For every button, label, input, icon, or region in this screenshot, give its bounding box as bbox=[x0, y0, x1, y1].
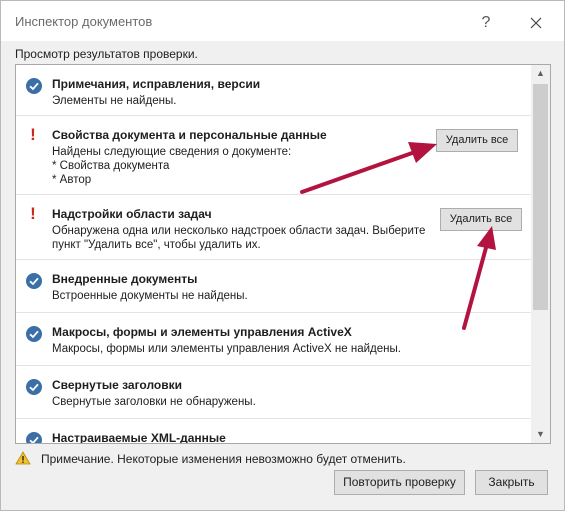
warning-exclamation-icon: ! bbox=[30, 125, 36, 144]
result-taskpane-addins: ! Надстройки области задач Обнаружена од… bbox=[16, 195, 531, 260]
check-circle-icon bbox=[26, 432, 42, 443]
check-circle-icon bbox=[26, 379, 42, 395]
result-embedded-documents: Внедренные документы Встроенные документ… bbox=[16, 260, 531, 313]
result-title: Примечания, исправления, версии bbox=[52, 77, 261, 91]
irreversible-changes-note: Примечание. Некоторые изменения невозмож… bbox=[41, 452, 406, 466]
scroll-up-arrow-icon[interactable]: ▲ bbox=[531, 65, 550, 82]
check-circle-icon bbox=[26, 78, 42, 94]
result-comments-revisions: Примечания, исправления, версии Элементы… bbox=[16, 65, 531, 116]
warning-triangle-icon bbox=[15, 451, 31, 465]
vertical-scrollbar[interactable]: ▲ ▼ bbox=[531, 65, 550, 443]
result-title: Свернутые заголовки bbox=[52, 378, 182, 392]
scroll-down-arrow-icon[interactable]: ▼ bbox=[531, 426, 550, 443]
check-circle-icon bbox=[26, 273, 42, 289]
result-title: Макросы, формы и элементы управления Act… bbox=[52, 325, 352, 339]
check-circle-icon bbox=[26, 326, 42, 342]
recheck-button[interactable]: Повторить проверку bbox=[334, 470, 465, 495]
result-description: Найдены следующие сведения о документе: … bbox=[52, 146, 292, 186]
close-window-button[interactable] bbox=[519, 11, 553, 35]
result-collapsed-headings: Свернутые заголовки Свернутые заголовки … bbox=[16, 366, 531, 419]
result-title: Свойства документа и персональные данные bbox=[52, 128, 327, 142]
title-bar: Инспектор документов ? bbox=[1, 1, 564, 41]
close-icon bbox=[530, 17, 542, 29]
result-description: Обнаружена одна или несколько надстроек … bbox=[52, 225, 426, 251]
result-title: Надстройки области задач bbox=[52, 207, 212, 221]
help-button[interactable]: ? bbox=[471, 11, 501, 35]
inspection-results-list[interactable]: Примечания, исправления, версии Элементы… bbox=[15, 64, 551, 444]
result-description: Свернутые заголовки не обнаружены. bbox=[52, 396, 256, 408]
result-macros-activex: Макросы, формы и элементы управления Act… bbox=[16, 313, 531, 366]
results-subtitle: Просмотр результатов проверки. bbox=[15, 47, 198, 61]
scroll-thumb[interactable] bbox=[533, 84, 548, 310]
result-description: Макросы, формы или элементы управления A… bbox=[52, 343, 401, 355]
close-button[interactable]: Закрыть bbox=[475, 470, 548, 495]
result-custom-xml: Настраиваемые XML-данные bbox=[16, 419, 531, 444]
result-description: Встроенные документы не найдены. bbox=[52, 290, 248, 302]
dialog-title: Инспектор документов bbox=[15, 14, 153, 29]
result-description: Элементы не найдены. bbox=[52, 95, 177, 107]
result-title: Внедренные документы bbox=[52, 272, 198, 286]
remove-all-button[interactable]: Удалить все bbox=[436, 129, 518, 152]
remove-all-button[interactable]: Удалить все bbox=[440, 208, 522, 231]
result-document-properties: ! Свойства документа и персональные данн… bbox=[16, 116, 531, 195]
result-title: Настраиваемые XML-данные bbox=[52, 431, 226, 444]
warning-exclamation-icon: ! bbox=[30, 204, 36, 223]
document-inspector-dialog: Инспектор документов ? Просмотр результа… bbox=[0, 0, 565, 511]
